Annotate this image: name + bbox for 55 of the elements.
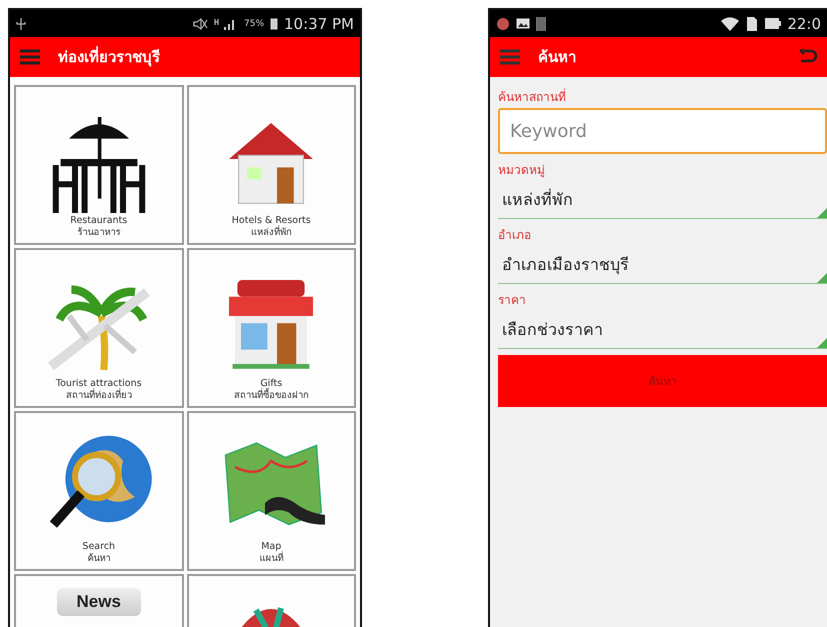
- sd-card-icon: [745, 16, 760, 30]
- mute-icon: [192, 18, 208, 30]
- dropdown[interactable]: อำเภอเมืองราชบุรี: [498, 246, 827, 284]
- status-time: 22:0: [787, 14, 821, 32]
- menu-tile[interactable]: Tourist attractions สถานที่ท่องเที่ยว: [14, 248, 184, 408]
- menu-tile[interactable]: Gifts สถานที่ซื้อของฝาก: [186, 248, 356, 408]
- tile-label-thai: สถานที่ซื้อของฝาก: [234, 390, 309, 402]
- tile-label-thai: ร้านอาหาร: [77, 227, 120, 239]
- tile-label-thai: แผนที่: [259, 553, 284, 565]
- menu-tile[interactable]: Map แผนที่: [186, 411, 356, 571]
- tile-label: Search: [82, 541, 116, 553]
- status-time: 10:37 PM: [284, 14, 354, 32]
- news-label: News: [56, 588, 141, 616]
- dropdown-corner-icon: [817, 273, 827, 283]
- field-label: ราคา: [498, 292, 527, 309]
- barcode-icon: [536, 16, 546, 30]
- menu-tile[interactable]: News: [14, 574, 184, 627]
- plane-palm-icon: [48, 286, 150, 370]
- menu-tile[interactable]: Search ค้นหา: [14, 411, 184, 571]
- field-label: หมวดหมู่: [498, 162, 546, 179]
- menu-tile[interactable]: Hotels & Resorts แหล่งที่พัก: [186, 85, 356, 245]
- keyword-input[interactable]: Keyword: [498, 108, 827, 154]
- tile-label: Map: [261, 541, 282, 552]
- dropdown[interactable]: เลือกช่วงราคา: [498, 311, 827, 349]
- tile-label: Gifts: [260, 378, 282, 390]
- tile-label-thai: สถานที่ท่องเที่ยว: [66, 390, 132, 402]
- app-notification-icon: [496, 16, 510, 30]
- app-title: ท่องเที่ยวราชบุรี: [58, 45, 160, 68]
- wifi-icon: [721, 16, 740, 30]
- battery-icon: [270, 17, 278, 30]
- field-label: ค้นหาสถานที่: [498, 88, 567, 106]
- house-icon: [229, 123, 314, 204]
- app-title: ค้นหา: [538, 47, 576, 68]
- tile-label: Tourist attractions: [56, 378, 142, 390]
- tile-label-thai: ค้นหา: [87, 553, 110, 565]
- dropdown[interactable]: แหล่งที่พัก: [498, 181, 827, 219]
- menu-tile[interactable]: [186, 574, 356, 627]
- map-road-icon: [225, 442, 326, 526]
- tile-label: Hotels & Resorts: [232, 215, 311, 226]
- battery-icon: [765, 18, 782, 29]
- menu-tile[interactable]: Restaurants ร้านอาหาร: [14, 85, 184, 245]
- tile-label: Restaurants: [70, 215, 128, 227]
- dropdown-corner-icon: [817, 338, 827, 348]
- menu-icon[interactable]: [20, 49, 40, 65]
- dropdown-corner-icon: [817, 208, 827, 218]
- tile-label-thai: แหล่งที่พัก: [250, 227, 292, 239]
- back-icon[interactable]: [799, 49, 817, 65]
- shop-icon: [229, 280, 314, 370]
- image-icon: [516, 18, 530, 29]
- restaurant-table-icon: [52, 117, 145, 214]
- battery-percent: 75%: [244, 18, 264, 28]
- globe-magnifier-icon: [50, 436, 152, 528]
- menu-icon[interactable]: [500, 49, 520, 65]
- field-label: อำเภอ: [498, 227, 532, 244]
- usb-icon: [16, 18, 26, 30]
